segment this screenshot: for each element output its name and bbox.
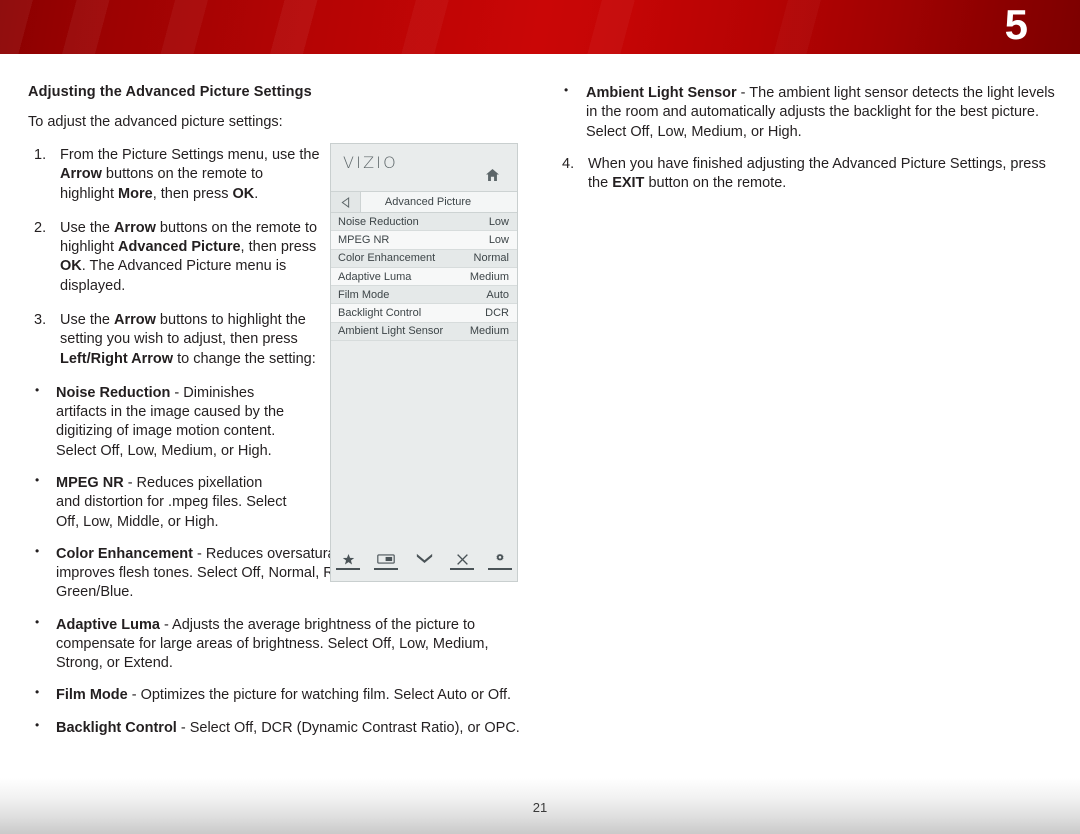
body-text: From the Picture Settings menu, use the xyxy=(60,147,320,163)
right-column: Ambient Light Sensor - The ambient light… xyxy=(556,83,1056,208)
right-step-list: 4. When you have finished adjusting the A… xyxy=(556,155,1056,194)
menu-breadcrumb: Advanced Picture xyxy=(331,191,517,213)
body-text: to change the setting: xyxy=(173,350,316,367)
step-text: Use the Arrow buttons on the remote to h… xyxy=(60,219,320,296)
emphasis-text: OK xyxy=(60,258,82,275)
menu-footer-icon-bar xyxy=(331,548,517,570)
close-x-icon[interactable] xyxy=(448,548,476,570)
step-number: 1. xyxy=(34,147,47,163)
menu-setting-row[interactable]: Noise Reduction Low xyxy=(331,213,517,232)
page-number: 21 xyxy=(532,800,548,815)
emphasis-text: Ambient Light Sensor xyxy=(586,85,737,101)
menu-setting-row[interactable]: Backlight Control DCR xyxy=(331,304,517,323)
bullet-item: Ambient Light Sensor - The ambient light… xyxy=(556,83,1056,142)
page-body: Adjusting the Advanced Picture Settings … xyxy=(0,54,1080,834)
menu-setting-label: Film Mode xyxy=(338,288,390,301)
menu-setting-value: Normal xyxy=(473,252,509,265)
page-footer: 21 xyxy=(0,778,1080,834)
menu-setting-label: Noise Reduction xyxy=(338,215,419,228)
star-underline xyxy=(336,568,360,570)
menu-setting-value: Medium xyxy=(469,270,509,283)
step-item: 4. When you have finished adjusting the A… xyxy=(556,155,1056,194)
step-number: 2. xyxy=(34,219,47,236)
bullet-item: Backlight Control - Select Off, DCR (Dyn… xyxy=(28,718,528,738)
menu-settings-list: Noise Reduction Low MPEG NR Low Color Enhanc… xyxy=(331,213,517,342)
body-text: Use the xyxy=(60,311,114,328)
menu-setting-value: Medium xyxy=(469,325,509,338)
bullet-item: Noise Reduction - Diminishes artifacts i… xyxy=(28,383,288,461)
emphasis-text: Color Enhancement xyxy=(56,545,193,562)
menu-setting-row[interactable]: Adaptive Luma Medium xyxy=(331,267,517,287)
body-text: . xyxy=(254,185,259,202)
menu-setting-label: Ambient Light Sensor xyxy=(338,325,444,338)
menu-setting-label: Adaptive Luma xyxy=(338,270,412,283)
page-header-banner: 5 xyxy=(0,0,1080,54)
emphasis-text: EXIT xyxy=(612,175,645,192)
body-text: , then press xyxy=(240,239,317,256)
bullet-item: MPEG NR - Reduces pixellation and distor… xyxy=(28,473,288,532)
gear-icon[interactable] xyxy=(486,548,514,570)
step-text: From the Picture Settings menu, use the … xyxy=(60,146,320,204)
menu-setting-label: Backlight Control xyxy=(338,307,422,320)
step-item: 2. Use the Arrow buttons on the remote to… xyxy=(28,219,320,296)
body-text: , then press xyxy=(152,185,233,202)
menu-setting-value: Low xyxy=(488,233,509,246)
chapter-number: 5 xyxy=(1004,1,1028,48)
step-item: 1. From the Picture Settings menu, use th… xyxy=(28,146,320,204)
back-arrow-icon[interactable] xyxy=(331,192,361,212)
emphasis-text: More xyxy=(118,185,153,202)
emphasis-text: Backlight Control xyxy=(56,719,177,736)
body-text: - Select Off, DCR (Dynamic Contrast Rati… xyxy=(176,719,520,736)
bullet-item: Adaptive Luma - Adjusts the average brig… xyxy=(28,615,528,674)
star-icon[interactable] xyxy=(334,548,362,570)
menu-setting-value: DCR xyxy=(485,307,509,320)
tv-menu-header: VIZIO xyxy=(331,144,517,191)
emphasis-text: MPEG NR xyxy=(56,474,124,491)
bullet-item: Film Mode - Optimizes the picture for wa… xyxy=(28,685,528,705)
menu-setting-label: MPEG NR xyxy=(338,233,390,246)
step-number: 3. xyxy=(34,311,47,328)
right-bullet-list: Ambient Light Sensor - The ambient light… xyxy=(556,83,1056,142)
menu-setting-value: Auto xyxy=(486,288,509,301)
body-text: button on the remote. xyxy=(644,175,787,192)
emphasis-text: Arrow xyxy=(60,166,102,183)
emphasis-text: Arrow xyxy=(114,219,156,236)
home-icon[interactable] xyxy=(486,169,499,181)
menu-setting-row[interactable]: MPEG NR Low xyxy=(331,231,517,250)
vizio-logo: VIZIO xyxy=(343,153,398,172)
menu-setting-value: Low xyxy=(488,215,509,228)
body-text: - Optimizes the picture for watching fil… xyxy=(127,687,512,704)
emphasis-text: Arrow xyxy=(114,311,156,328)
body-text: Use the xyxy=(60,219,114,236)
menu-setting-row[interactable]: Color Enhancement Normal xyxy=(331,249,517,268)
step-text: When you have finished adjusting the Adv… xyxy=(588,155,1056,194)
breadcrumb-label: Advanced Picture xyxy=(384,196,472,208)
menu-setting-row[interactable]: Ambient Light Sensor Medium xyxy=(331,322,517,342)
emphasis-text: Film Mode xyxy=(56,687,128,704)
emphasis-text: OK xyxy=(232,185,255,202)
intro-paragraph: To adjust the advanced picture settings: xyxy=(28,114,283,130)
emphasis-text: Noise Reduction xyxy=(56,384,171,401)
picture-underline xyxy=(374,568,398,570)
emphasis-text: Left/Right Arrow xyxy=(60,350,174,367)
step-item: 3. Use the Arrow buttons to highlight the… xyxy=(28,311,320,369)
body-text: . The Advanced Picture menu is displayed… xyxy=(60,258,287,294)
picture-icon[interactable] xyxy=(372,548,400,570)
emphasis-text: Advanced Picture xyxy=(118,239,241,256)
vizio-tv-menu-screenshot: VIZIO Advanced Picture Noise Reduction Lo… xyxy=(330,143,518,582)
menu-setting-label: Color Enhancement xyxy=(338,252,436,265)
menu-setting-row[interactable]: Film Mode Auto xyxy=(331,286,517,305)
step-text: Use the Arrow buttons to highlight the s… xyxy=(60,311,320,369)
page-title: Adjusting the Advanced Picture Settings xyxy=(28,84,312,100)
double-chevron-down-icon[interactable] xyxy=(410,548,438,570)
step-number: 4. xyxy=(562,155,575,172)
gear-underline xyxy=(488,568,512,570)
close-underline xyxy=(450,568,474,570)
emphasis-text: Adaptive Luma xyxy=(56,616,160,633)
